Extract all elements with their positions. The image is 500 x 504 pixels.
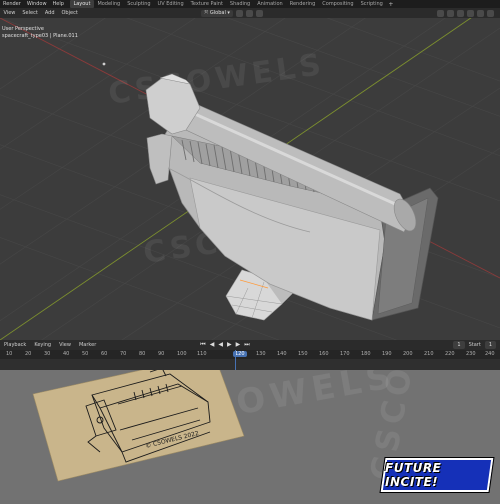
main-menu: Render Window Help xyxy=(0,0,67,8)
ruler-label: 150 xyxy=(298,351,308,357)
start-frame-field[interactable]: 1 xyxy=(484,341,496,349)
jump-start-icon[interactable]: ⏮ xyxy=(200,341,205,349)
tab-rendering[interactable]: Rendering xyxy=(286,0,319,8)
future-incite-logo: FUTURE INCITE! xyxy=(379,457,495,493)
ruler-label: 80 xyxy=(139,351,146,357)
keying-menu[interactable]: Keying xyxy=(30,340,55,350)
add-menu[interactable]: Add xyxy=(41,8,58,18)
ruler-label: 40 xyxy=(63,351,70,357)
ruler-label: 160 xyxy=(319,351,329,357)
timeline-body[interactable] xyxy=(0,359,500,370)
proportional-edit-icon[interactable] xyxy=(255,9,263,17)
orientation-label: Global xyxy=(209,10,226,16)
tab-modeling[interactable]: Modeling xyxy=(94,0,124,8)
ruler-label: 10 xyxy=(6,351,13,357)
object-label: spacecraft_type03 | Plane.011 xyxy=(2,33,78,39)
ruler-label: 230 xyxy=(466,351,476,357)
view-menu[interactable]: View xyxy=(0,8,19,18)
object-menu[interactable]: Object xyxy=(58,8,81,18)
ruler-label: 240 xyxy=(485,351,495,357)
ruler-label: 190 xyxy=(382,351,392,357)
tab-compositing[interactable]: Compositing xyxy=(319,0,357,8)
viewport-scene: CSCOWELS CSCOWELS xyxy=(0,18,500,340)
jump-end-icon[interactable]: ⏭ xyxy=(244,341,249,349)
ruler-label: 170 xyxy=(340,351,350,357)
3d-cursor-icon[interactable] xyxy=(102,62,106,66)
play-icon[interactable]: ▶ xyxy=(227,341,232,349)
projection-label: User Perspective xyxy=(2,26,44,32)
ruler-label: 90 xyxy=(158,351,165,357)
overlay-icon[interactable] xyxy=(457,9,464,17)
current-frame-field[interactable]: 1 xyxy=(453,341,465,349)
menu-help[interactable]: Help xyxy=(50,0,67,8)
playhead[interactable] xyxy=(235,350,236,370)
timeline-view-menu[interactable]: View xyxy=(55,340,75,350)
gizmo-icon[interactable] xyxy=(447,9,454,17)
viewport-header: View Select Add Object ⤧ Global ▾ xyxy=(0,8,500,18)
transport-controls: ⏮ ◀ ◀ ▶ ▶ ⏭ xyxy=(200,341,249,349)
tab-sculpting[interactable]: Sculpting xyxy=(124,0,154,8)
ruler-label: 220 xyxy=(445,351,455,357)
ruler-label: 20 xyxy=(25,351,32,357)
timeline-header: Playback Keying View Marker ⏮ ◀ ◀ ▶ ▶ ⏭ … xyxy=(0,340,500,350)
workspace-tabs: Layout Modeling Sculpting UV Editing Tex… xyxy=(69,0,386,8)
ruler-label: 70 xyxy=(120,351,127,357)
snap-icon[interactable] xyxy=(245,9,253,17)
add-workspace-button[interactable]: + xyxy=(388,1,393,8)
sketch-card: © C5OWELS 2022 xyxy=(32,353,245,482)
tab-texture-paint[interactable]: Texture Paint xyxy=(187,0,226,8)
ruler-label: 110 xyxy=(197,351,207,357)
ruler-label: 140 xyxy=(277,351,287,357)
chevron-down-icon: ▾ xyxy=(225,10,230,16)
ruler-label: 180 xyxy=(361,351,371,357)
play-reverse-icon[interactable]: ◀ xyxy=(218,341,223,349)
logo-text: FUTURE INCITE! xyxy=(385,461,442,489)
playback-menu[interactable]: Playback xyxy=(0,340,30,350)
tab-animation[interactable]: Animation xyxy=(254,0,287,8)
ruler-label: 200 xyxy=(403,351,413,357)
tab-uv-editing[interactable]: UV Editing xyxy=(154,0,187,8)
ruler-label: 30 xyxy=(44,351,51,357)
tab-scripting[interactable]: Scripting xyxy=(357,0,386,8)
transform-orientation-dropdown[interactable]: ⤧ Global ▾ xyxy=(201,9,233,17)
prev-key-icon[interactable]: ◀ xyxy=(210,341,215,349)
marker-menu[interactable]: Marker xyxy=(75,340,100,350)
menu-window[interactable]: Window xyxy=(24,0,50,8)
ruler-label: 60 xyxy=(101,351,108,357)
material-shading-icon[interactable] xyxy=(487,9,494,17)
tab-shading[interactable]: Shading xyxy=(226,0,253,8)
spacecraft-model[interactable] xyxy=(145,73,439,321)
next-key-icon[interactable]: ▶ xyxy=(236,341,241,349)
menu-render[interactable]: Render xyxy=(0,0,24,8)
timeline-ruler[interactable]: 10 20 30 40 50 60 70 80 90 100 110 120 1… xyxy=(0,350,500,359)
watermark-text: CSCOWELS xyxy=(106,47,327,112)
top-menu-bar: Render Window Help Layout Modeling Sculp… xyxy=(0,0,500,8)
ruler-label: 130 xyxy=(256,351,266,357)
visibility-icon[interactable] xyxy=(437,9,444,17)
xray-icon[interactable] xyxy=(467,9,474,17)
ruler-label: 50 xyxy=(82,351,89,357)
solid-shading-icon[interactable] xyxy=(477,9,484,17)
pivot-icon[interactable] xyxy=(235,9,243,17)
ruler-label: 100 xyxy=(177,351,187,357)
start-label: Start xyxy=(468,342,481,348)
3d-viewport[interactable]: CSCOWELS CSCOWELS xyxy=(0,18,500,340)
tab-layout[interactable]: Layout xyxy=(69,0,94,8)
viewport-info: User Perspective spacecraft_type03 | Pla… xyxy=(2,26,78,40)
ruler-label: 210 xyxy=(424,351,434,357)
select-menu[interactable]: Select xyxy=(19,8,41,18)
